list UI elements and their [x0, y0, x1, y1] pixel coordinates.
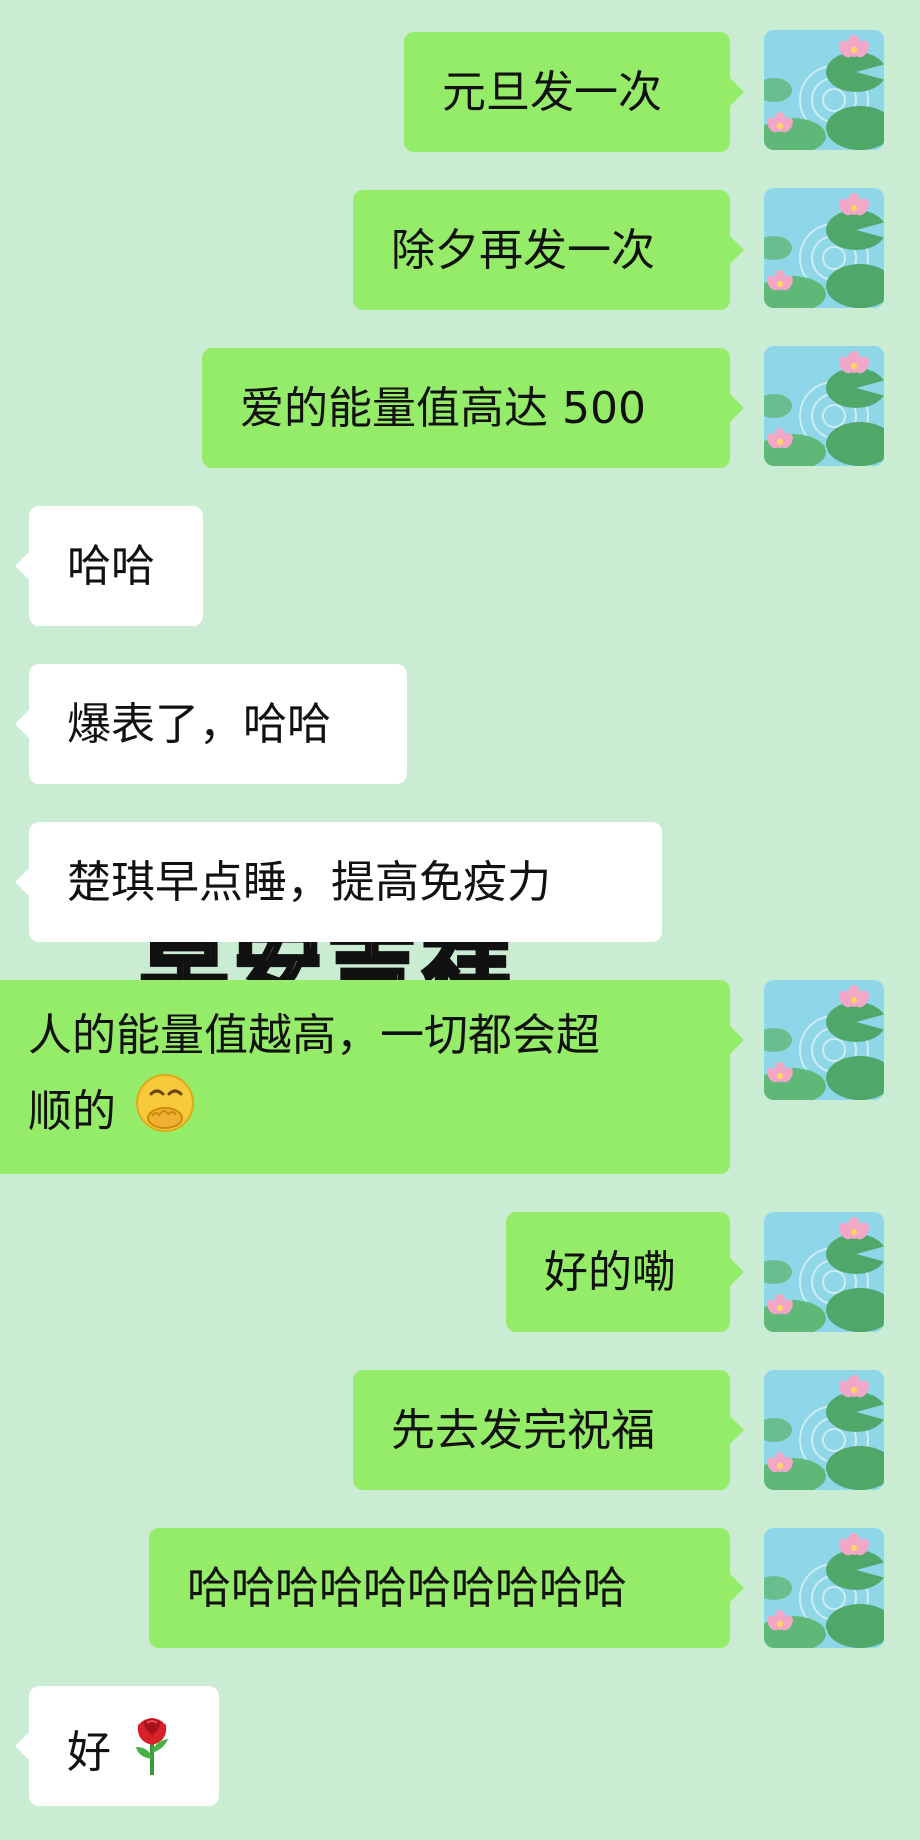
outgoing-message-bubble[interactable]: 先去发完祝福	[353, 1370, 744, 1490]
outgoing-message-bubble[interactable]: 哈哈哈哈哈哈哈哈哈哈	[149, 1528, 744, 1648]
lotus-pond-avatar-icon[interactable]	[764, 30, 884, 150]
lotus-pond-avatar-icon[interactable]	[764, 980, 884, 1100]
outgoing-message-bubble[interactable]: 除夕再发一次	[353, 190, 744, 310]
lotus-pond-avatar-icon[interactable]	[764, 1370, 884, 1490]
outgoing-message-bubble[interactable]: 爱的能量值高达 500	[202, 348, 744, 468]
incoming-message-bubble[interactable]: 楚琪早点睡，提高免疫力	[15, 822, 662, 942]
outgoing-message-bubble[interactable]: 元旦发一次	[404, 32, 744, 152]
rose-icon	[129, 1711, 175, 1799]
incoming-message-bubble[interactable]: 哈哈	[15, 506, 203, 626]
lotus-pond-avatar-icon[interactable]	[764, 1212, 884, 1332]
face-with-hand-over-mouth-icon	[134, 1072, 196, 1156]
message-line: 人的能量值越高，一切都会超	[28, 1010, 600, 1061]
chat-area: 早安吉祥 元旦发一次 除夕再发一次 爱的能量值高达 500 哈哈 爆表了，哈哈	[0, 0, 920, 1840]
incoming-message-bubble[interactable]: 好	[15, 1686, 219, 1806]
outgoing-message-bubble[interactable]: 人的能量值越高，一切都会超 顺的	[0, 980, 744, 1174]
lotus-pond-avatar-icon[interactable]	[764, 1528, 884, 1648]
message-line: 顺的	[28, 1072, 692, 1156]
lotus-pond-avatar-icon[interactable]	[764, 346, 884, 466]
incoming-message-bubble[interactable]: 爆表了，哈哈	[15, 664, 407, 784]
lotus-pond-avatar-icon[interactable]	[764, 188, 884, 308]
outgoing-message-bubble[interactable]: 好的嘞	[506, 1212, 744, 1332]
